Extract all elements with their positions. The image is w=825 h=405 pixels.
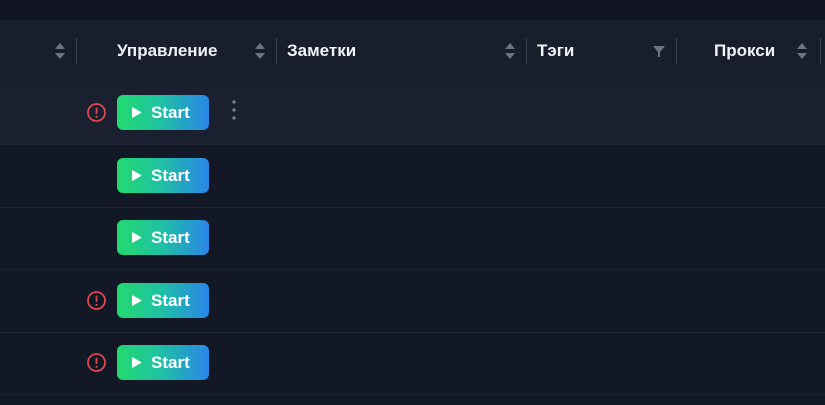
alert-circle-icon[interactable] xyxy=(86,352,107,373)
column-divider xyxy=(276,38,277,64)
column-title: Прокси xyxy=(714,41,776,60)
start-button-label: Start xyxy=(151,352,190,372)
start-button[interactable]: Start xyxy=(117,345,209,380)
start-button-label: Start xyxy=(151,102,190,122)
kebab-menu-icon[interactable] xyxy=(228,97,240,127)
column-divider xyxy=(820,38,821,64)
play-icon xyxy=(132,295,142,306)
play-icon xyxy=(132,232,142,243)
sort-arrows-icon[interactable] xyxy=(254,41,266,61)
play-icon xyxy=(132,107,142,118)
start-button[interactable]: Start xyxy=(117,220,209,255)
column-title: Заметки xyxy=(287,41,357,60)
table-header: Управление Заметки Тэги Прокси xyxy=(0,20,825,82)
filter-icon[interactable] xyxy=(652,41,666,61)
play-icon xyxy=(132,357,142,368)
column-header-notes[interactable]: Заметки xyxy=(287,20,356,82)
alert-circle-icon[interactable] xyxy=(86,290,107,311)
start-button[interactable]: Start xyxy=(117,283,209,318)
start-button[interactable]: Start xyxy=(117,158,209,193)
alert-circle-icon[interactable] xyxy=(86,102,107,123)
top-bar xyxy=(0,0,825,20)
column-divider xyxy=(526,38,527,64)
column-header-control[interactable]: Управление xyxy=(117,20,217,82)
sort-arrows-icon[interactable] xyxy=(54,41,66,61)
column-header-proxy[interactable]: Прокси xyxy=(714,20,775,82)
play-icon xyxy=(132,170,142,181)
table-row xyxy=(0,394,825,405)
column-title: Управление xyxy=(117,41,218,60)
column-header-tags[interactable]: Тэги xyxy=(537,20,574,82)
column-divider xyxy=(76,38,77,64)
sort-arrows-icon[interactable] xyxy=(504,41,516,61)
start-button-label: Start xyxy=(151,227,190,247)
start-button-label: Start xyxy=(151,290,190,310)
start-button[interactable]: Start xyxy=(117,95,209,130)
column-divider xyxy=(676,38,677,64)
sort-arrows-icon[interactable] xyxy=(796,41,808,61)
column-title: Тэги xyxy=(537,41,575,60)
start-button-label: Start xyxy=(151,165,190,185)
